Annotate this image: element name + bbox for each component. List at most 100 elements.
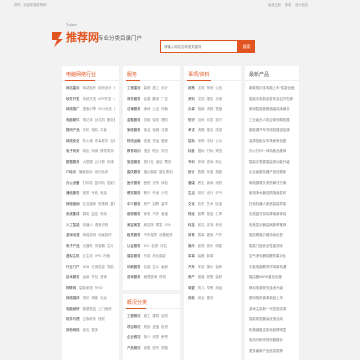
subcategory-link[interactable]: 短视频 [98, 202, 108, 206]
subcategory-link[interactable]: 出行 [207, 191, 214, 195]
product-link[interactable]: 移动电源快充技术升级 [249, 284, 295, 293]
subcategory-link[interactable]: 大数据 [83, 160, 93, 164]
login-link[interactable]: 登录 [285, 3, 291, 7]
subcategory-link[interactable]: 防火墙 [83, 139, 93, 143]
subcategory-link[interactable]: 装备 [198, 254, 205, 258]
subcategory-link[interactable]: 规范 [215, 149, 222, 153]
category-link[interactable]: 生活 [188, 191, 195, 195]
subcategory-link[interactable]: 系统开发 [83, 97, 97, 101]
subcategory-link[interactable]: 资质 [152, 335, 159, 339]
subcategory-link[interactable]: 报名 [207, 128, 214, 132]
subcategory-link[interactable]: 广告 [161, 97, 168, 101]
category-link[interactable]: 数码产品 [66, 128, 80, 132]
subcategory-link[interactable]: 月嫂 [161, 128, 168, 132]
subcategory-link[interactable]: 职业 [152, 149, 159, 153]
subcategory-link[interactable]: 托管 [103, 254, 110, 258]
subcategory-link[interactable]: 基金 [207, 212, 214, 216]
subcategory-link[interactable]: RFID [95, 286, 103, 290]
subcategory-link[interactable]: 前沿 [198, 223, 205, 227]
category-link[interactable]: 虚拟主机 [66, 254, 80, 258]
product-link[interactable]: 智能手表健康监测功能升级 [249, 158, 295, 167]
category-link[interactable]: 物联网 [66, 286, 76, 290]
subcategory-link[interactable]: 天气 [215, 191, 222, 195]
subcategory-link[interactable]: 影视 [198, 244, 205, 248]
product-link[interactable]: 企业级服务器产品线更新 [249, 168, 295, 177]
subcategory-link[interactable]: 导航 [107, 265, 114, 269]
subcategory-link[interactable]: 音乐 [207, 244, 214, 248]
subcategory-link[interactable]: 写真 [144, 254, 151, 258]
subcategory-link[interactable]: 进度 [152, 325, 159, 329]
subcategory-link[interactable]: 历史 [198, 202, 205, 206]
subcategory-link[interactable]: 画册 [161, 265, 168, 269]
subcategory-link[interactable]: 汇率 [215, 212, 222, 216]
subcategory-link[interactable]: 网页设计 [98, 86, 112, 90]
subcategory-link[interactable]: 动画制作 [98, 233, 112, 237]
category-link[interactable]: 资料 [188, 97, 195, 101]
category-link[interactable]: 认证服务 [127, 244, 141, 248]
subcategory-link[interactable]: 管道 [161, 212, 168, 216]
subcategory-link[interactable]: 成绩 [215, 128, 222, 132]
subcategory-link[interactable]: 施工 [152, 86, 159, 90]
register-link[interactable]: 免费注册 [268, 3, 281, 7]
subcategory-link[interactable]: 报价 [207, 265, 214, 269]
subcategory-link[interactable]: 技巧 [215, 118, 222, 122]
subcategory-link[interactable]: 台式机 [95, 118, 105, 122]
subcategory-link[interactable]: 手册 [215, 97, 222, 101]
product-link[interactable]: 数码相机微单新品上市 [249, 294, 295, 303]
subcategory-link[interactable]: 中标 [207, 139, 214, 143]
subcategory-link[interactable]: SPA [165, 223, 171, 227]
category-link[interactable]: 招标 [188, 139, 195, 143]
subcategory-link[interactable]: 相机 [91, 128, 98, 132]
subcategory-link[interactable]: 查询 [207, 160, 214, 164]
subcategory-link[interactable]: ISO [144, 244, 150, 248]
subcategory-link[interactable]: 楼盘 [198, 275, 205, 279]
subcategory-link[interactable]: 上门维修 [98, 307, 112, 311]
subcategory-link[interactable]: 语言 [144, 149, 151, 153]
product-link[interactable]: 电竞显示器高刷新率推荐 [249, 221, 295, 230]
subcategory-link[interactable]: 数据恢复 [83, 307, 97, 311]
subcategory-link[interactable]: 投影仪 [107, 181, 115, 185]
subcategory-link[interactable]: 艺术 [207, 202, 214, 206]
product-link[interactable]: 工业级无人机应用领域拓展 [249, 116, 295, 125]
product-link[interactable]: 高清投影仪市场竞争加剧 [249, 137, 295, 146]
subcategory-link[interactable]: 指南 [198, 107, 205, 111]
subcategory-link[interactable]: 报告 [207, 97, 214, 101]
subcategory-link[interactable]: 婚纱摄影 [144, 170, 158, 174]
category-link[interactable]: 婚庆服务 [127, 170, 141, 174]
category-link[interactable]: 网站建设 [66, 86, 80, 90]
subcategory-link[interactable]: 常识 [198, 191, 205, 195]
subcategory-link[interactable]: 养生 [198, 181, 205, 185]
category-link[interactable]: 教育培训 [127, 149, 141, 153]
subcategory-link[interactable]: 商业摄影 [152, 254, 166, 258]
category-link[interactable]: 体育 [188, 233, 195, 237]
category-link[interactable]: 印刷服务 [127, 265, 141, 269]
category-link[interactable]: 租赁服务 [127, 233, 141, 237]
subcategory-link[interactable]: 汽车 [152, 212, 159, 216]
subcategory-link[interactable]: VPS [95, 254, 102, 258]
subcategory-link[interactable]: 更多 [91, 328, 98, 332]
category-link[interactable]: 网络营销 [66, 202, 80, 206]
subcategory-link[interactable]: 采购 [198, 139, 205, 143]
subcategory-link[interactable]: 建筑 [152, 314, 159, 318]
subcategory-link[interactable]: 授权 [98, 317, 105, 321]
subcategory-link[interactable]: 票务 [165, 160, 172, 164]
site-logo[interactable]: Tuijian 推荐网 专业分类目录门户 [50, 23, 160, 50]
subcategory-link[interactable]: 保洁 [144, 128, 151, 132]
product-link[interactable]: 智能手机新品发布会召开在即 [249, 95, 295, 104]
product-link[interactable]: 家用净水器选购指南发布 [249, 189, 295, 198]
subcategory-link[interactable]: 诊所 [152, 181, 159, 185]
subcategory-link[interactable]: 美容院 [144, 223, 154, 227]
subcategory-link[interactable]: 贷款 [144, 118, 151, 122]
product-link[interactable]: 游戏主机新一代性能评测 [249, 305, 295, 314]
category-link[interactable]: 旅游服务 [127, 160, 141, 164]
subcategory-link[interactable]: 机器人 [83, 223, 93, 227]
subcategory-link[interactable]: 正版软件 [83, 317, 97, 321]
category-link[interactable]: 考试 [188, 128, 195, 132]
subcategory-link[interactable]: 房产 [144, 202, 151, 206]
category-link[interactable]: 电脑维修 [66, 307, 80, 311]
subcategory-link[interactable]: 问答 [207, 118, 214, 122]
category-link[interactable]: 网络推广 [66, 107, 80, 111]
subcategory-link[interactable]: 文档 [198, 97, 205, 101]
subcategory-link[interactable]: 会展 [144, 97, 151, 101]
subcategory-link[interactable]: 婚礼策划 [159, 170, 173, 174]
